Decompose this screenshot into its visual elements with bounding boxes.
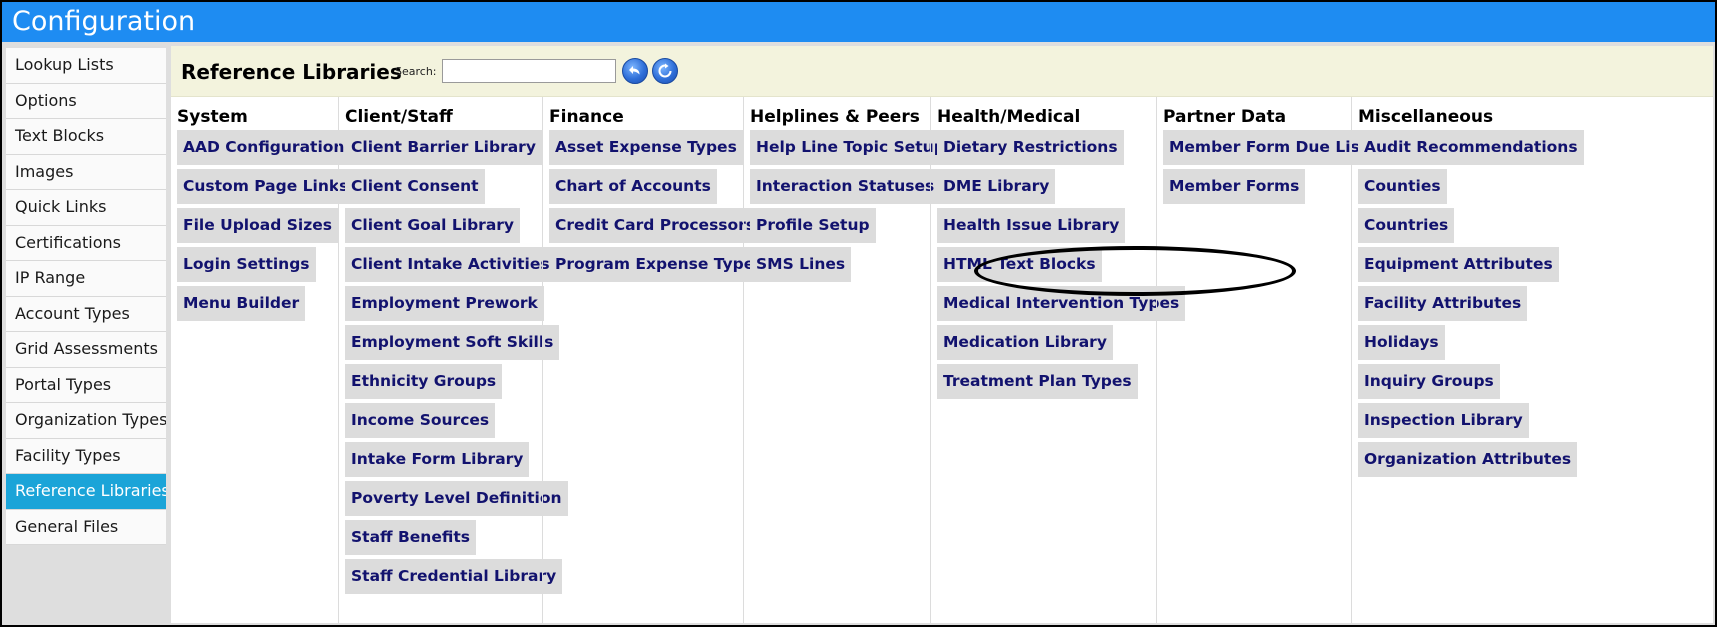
column-title: Miscellaneous bbox=[1358, 107, 1494, 127]
library-link-employment-prework[interactable]: Employment Prework bbox=[345, 286, 544, 321]
library-link-html-text-blocks[interactable]: HTML Text Blocks bbox=[937, 247, 1102, 282]
column-title: Finance bbox=[549, 107, 624, 127]
library-link-staff-benefits[interactable]: Staff Benefits bbox=[345, 520, 476, 555]
sidebar-nav: Lookup Lists Options Text Blocks Images Quic… bbox=[6, 48, 166, 545]
library-link-member-forms[interactable]: Member Forms bbox=[1163, 169, 1306, 204]
library-link-member-form-due-list[interactable]: Member Form Due List bbox=[1163, 130, 1374, 165]
library-link-medical-intervention-types[interactable]: Medical Intervention Types bbox=[937, 286, 1186, 321]
library-link-countries[interactable]: Countries bbox=[1358, 208, 1455, 243]
library-link-dietary-restrictions[interactable]: Dietary Restrictions bbox=[937, 130, 1124, 165]
library-link-treatment-plan-types[interactable]: Treatment Plan Types bbox=[937, 364, 1138, 399]
library-link-health-issue-library[interactable]: Health Issue Library bbox=[937, 208, 1126, 243]
sidebar-item-ip-range[interactable]: IP Range bbox=[6, 261, 166, 297]
app-window: Configuration Lookup Lists Options Text Bl… bbox=[0, 0, 1717, 627]
column-health-medical: Health/Medical Dietary Restrictions DME Li… bbox=[930, 97, 1186, 623]
main-panel: Reference Libraries Search: System AAD Co… bbox=[171, 46, 1713, 623]
library-link-file-upload-sizes[interactable]: File Upload Sizes bbox=[177, 208, 338, 243]
library-link-organization-attributes[interactable]: Organization Attributes bbox=[1358, 442, 1578, 477]
library-link-inquiry-groups[interactable]: Inquiry Groups bbox=[1358, 364, 1500, 399]
library-link-client-barrier-library[interactable]: Client Barrier Library bbox=[345, 130, 542, 165]
library-link-facility-attributes[interactable]: Facility Attributes bbox=[1358, 286, 1528, 321]
library-link-dme-library[interactable]: DME Library bbox=[937, 169, 1056, 204]
undo-arrow-icon bbox=[629, 66, 640, 75]
library-link-sms-lines[interactable]: SMS Lines bbox=[750, 247, 852, 282]
column-client-staff: Client/Staff Client Barrier Library Client… bbox=[338, 97, 568, 623]
library-link-medication-library[interactable]: Medication Library bbox=[937, 325, 1113, 360]
library-link-income-sources[interactable]: Income Sources bbox=[345, 403, 496, 438]
library-link-custom-page-links[interactable]: Custom Page Links bbox=[177, 169, 355, 204]
column-helplines-peers: Helplines & Peers Help Line Topic Setup In… bbox=[743, 97, 951, 623]
library-link-aad-configuration[interactable]: AAD Configuration bbox=[177, 130, 351, 165]
library-link-interaction-statuses[interactable]: Interaction Statuses bbox=[750, 169, 941, 204]
sidebar-item-text-blocks[interactable]: Text Blocks bbox=[6, 119, 166, 155]
library-link-equipment-attributes[interactable]: Equipment Attributes bbox=[1358, 247, 1559, 282]
column-partner-data: Partner Data Member Form Due List Member F… bbox=[1156, 97, 1374, 623]
back-button[interactable] bbox=[622, 58, 648, 84]
library-link-login-settings[interactable]: Login Settings bbox=[177, 247, 316, 282]
page-title: Reference Libraries bbox=[181, 60, 402, 84]
library-link-ethnicity-groups[interactable]: Ethnicity Groups bbox=[345, 364, 503, 399]
page-header: Reference Libraries Search: bbox=[171, 46, 1713, 97]
sidebar-item-quick-links[interactable]: Quick Links bbox=[6, 190, 166, 226]
window-title: Configuration bbox=[2, 2, 1715, 42]
column-title: Client/Staff bbox=[345, 107, 453, 127]
column-finance: Finance Asset Expense Types Chart of Accou… bbox=[542, 97, 770, 623]
library-link-program-expense-types[interactable]: Program Expense Types bbox=[549, 247, 770, 282]
library-columns: System AAD Configuration Custom Page Links… bbox=[171, 97, 1713, 623]
library-link-help-line-topic-setup[interactable]: Help Line Topic Setup bbox=[750, 130, 951, 165]
library-link-holidays[interactable]: Holidays bbox=[1358, 325, 1445, 360]
sidebar-item-portal-types[interactable]: Portal Types bbox=[6, 367, 166, 403]
library-link-menu-builder[interactable]: Menu Builder bbox=[177, 286, 306, 321]
library-link-intake-form-library[interactable]: Intake Form Library bbox=[345, 442, 530, 477]
column-title: Helplines & Peers bbox=[750, 107, 920, 127]
column-system: System AAD Configuration Custom Page Links… bbox=[171, 97, 355, 623]
sidebar-item-images[interactable]: Images bbox=[6, 154, 166, 190]
sidebar-item-grid-assessments[interactable]: Grid Assessments bbox=[6, 332, 166, 368]
sidebar-item-organization-types[interactable]: Organization Types bbox=[6, 403, 166, 439]
library-link-client-goal-library[interactable]: Client Goal Library bbox=[345, 208, 521, 243]
library-link-credit-card-processors[interactable]: Credit Card Processors bbox=[549, 208, 762, 243]
sidebar-item-account-types[interactable]: Account Types bbox=[6, 296, 166, 332]
column-title: Health/Medical bbox=[937, 107, 1081, 127]
library-link-asset-expense-types[interactable]: Asset Expense Types bbox=[549, 130, 743, 165]
refresh-icon bbox=[658, 63, 672, 78]
sidebar-item-options[interactable]: Options bbox=[6, 83, 166, 119]
sidebar-item-general-files[interactable]: General Files bbox=[6, 509, 166, 545]
library-link-chart-of-accounts[interactable]: Chart of Accounts bbox=[549, 169, 717, 204]
library-link-employment-soft-skills[interactable]: Employment Soft Skills bbox=[345, 325, 560, 360]
library-link-inspection-library[interactable]: Inspection Library bbox=[1358, 403, 1529, 438]
library-link-staff-credential-library[interactable]: Staff Credential Library bbox=[345, 559, 563, 594]
sidebar-item-reference-libraries[interactable]: Reference Libraries bbox=[6, 474, 166, 510]
sidebar-item-facility-types[interactable]: Facility Types bbox=[6, 438, 166, 474]
column-title: Partner Data bbox=[1163, 107, 1287, 127]
sidebar-item-certifications[interactable]: Certifications bbox=[6, 225, 166, 261]
column-miscellaneous: Miscellaneous Audit Recommendations Counti… bbox=[1351, 97, 1715, 623]
column-title: System bbox=[177, 107, 248, 127]
sidebar-item-lookup-lists[interactable]: Lookup Lists bbox=[6, 48, 166, 84]
library-link-client-consent[interactable]: Client Consent bbox=[345, 169, 485, 204]
library-link-profile-setup[interactable]: Profile Setup bbox=[750, 208, 876, 243]
refresh-button[interactable] bbox=[652, 58, 678, 84]
library-link-audit-recommendations[interactable]: Audit Recommendations bbox=[1358, 130, 1584, 165]
library-link-client-intake-activities[interactable]: Client Intake Activities bbox=[345, 247, 556, 282]
search-label: Search: bbox=[395, 65, 437, 78]
search-input[interactable] bbox=[442, 59, 616, 83]
library-link-counties[interactable]: Counties bbox=[1358, 169, 1447, 204]
library-link-poverty-level-definition[interactable]: Poverty Level Definition bbox=[345, 481, 568, 516]
